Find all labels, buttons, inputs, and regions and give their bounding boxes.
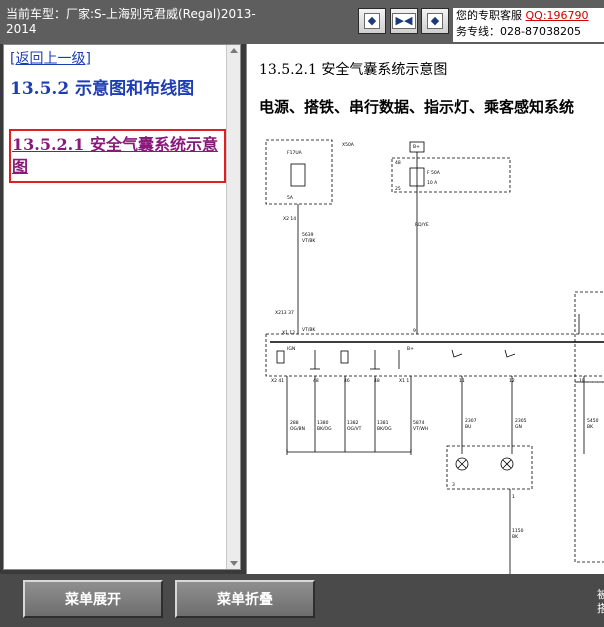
svg-text:X2 41: X2 41 (271, 378, 284, 384)
svg-text:X2 14: X2 14 (283, 216, 296, 222)
svg-text:1381: 1381 (377, 420, 389, 426)
svg-text:46: 46 (344, 378, 350, 384)
svg-text:B+: B+ (413, 144, 420, 150)
top-bar: 当前车型：厂家:S-上海别克君威(Regal)2013-2014 ◆ ▶◀ ◆ … (0, 0, 604, 44)
service-line-1: 您的专职客服 QQ:196790 (456, 8, 604, 24)
svg-text:BK/OG: BK/OG (377, 426, 392, 432)
svg-text:1: 1 (512, 494, 515, 500)
svg-text:VT/BK: VT/BK (302, 327, 316, 333)
svg-text:X213 37: X213 37 (275, 310, 294, 316)
svg-text:F 50A: F 50A (427, 170, 441, 176)
svg-text:1150: 1150 (512, 528, 524, 534)
svg-text:3: 3 (452, 482, 455, 488)
svg-text:1382: 1382 (347, 420, 359, 426)
svg-text:X1 1: X1 1 (399, 378, 409, 384)
svg-text:B+: B+ (407, 346, 414, 352)
section-title-link[interactable]: 13.5.2 示意图和布线图 (10, 78, 220, 101)
nav-toggle-icon: ▶◀ (391, 13, 417, 29)
nav-toggle-button[interactable]: ▶◀ (390, 8, 418, 34)
svg-text:BK/OG: BK/OG (317, 426, 332, 432)
svg-text:BU: BU (465, 424, 471, 430)
vehicle-label: 当前车型：厂家:S-上海别克君威(Regal)2013-2014 (6, 7, 256, 36)
svg-text:11: 11 (459, 378, 465, 384)
left-scrollbar[interactable] (226, 45, 240, 569)
svg-text:X50A: X50A (342, 142, 355, 148)
svg-text:GN: GN (515, 424, 522, 430)
svg-text:VT/WH: VT/WH (413, 426, 428, 432)
scroll-up-icon[interactable] (230, 48, 238, 53)
indicator-module (446, 445, 533, 490)
active-item-link[interactable]: 13.5.2.1 安全气囊系统示意图 (12, 134, 224, 178)
svg-text:BK: BK (587, 424, 594, 430)
service-hotline: 务专线：028-87038205 (456, 25, 581, 38)
svg-text:2307: 2307 (465, 418, 477, 424)
nav-next-button[interactable]: ◆ (421, 8, 449, 34)
svg-text:BK: BK (512, 534, 519, 540)
wiring-schematic: X50A F17UA 5A X2 14 5639 VT/BK X213 37 V… (265, 139, 604, 574)
diagram-subtitle: 电源、搭铁、串行数据、指示灯、乘客感知系统 (259, 98, 575, 116)
svg-text:5A: 5A (287, 195, 294, 201)
svg-text:48: 48 (313, 378, 319, 384)
svg-text:OG/VT: OG/VT (347, 426, 362, 432)
svg-text:9: 9 (413, 328, 416, 334)
bottom-edge-text: 被 搭 (597, 588, 604, 615)
svg-text:VT/BK: VT/BK (302, 238, 316, 244)
svg-text:RD/YE: RD/YE (415, 222, 429, 228)
svg-text:10 A: 10 A (427, 180, 438, 186)
svg-text:5874: 5874 (413, 420, 425, 426)
service-info: 您的专职客服 QQ:196790 务专线：028-87038205 (453, 8, 604, 42)
nav-next-icon: ◆ (426, 13, 444, 29)
nav-prev-icon: ◆ (363, 13, 381, 29)
svg-text:X1 12: X1 12 (282, 330, 295, 336)
svg-text:12: 12 (509, 378, 515, 384)
svg-text:19: 19 (579, 378, 585, 384)
svg-text:5639: 5639 (302, 232, 314, 238)
service-label: 您的专职客服 (456, 9, 522, 22)
svg-text:48: 48 (374, 378, 380, 384)
svg-text:288: 288 (290, 420, 299, 426)
bottom-bar: 菜单展开 菜单折叠 被 搭 (0, 574, 604, 627)
svg-text:IGN: IGN (287, 346, 295, 352)
svg-text:1380: 1380 (317, 420, 329, 426)
diagram-pane: 13.5.2.1 安全气囊系统示意图 电源、搭铁、串行数据、指示灯、乘客感知系统 (246, 44, 604, 574)
fuse-block-left (265, 139, 333, 205)
svg-text:25: 25 (395, 186, 401, 192)
svg-text:48: 48 (395, 160, 401, 166)
svg-text:OG/BN: OG/BN (290, 426, 305, 432)
back-link[interactable]: [返回上一级] (10, 48, 91, 68)
svg-text:F17UA: F17UA (287, 150, 303, 156)
scroll-down-icon[interactable] (230, 561, 238, 566)
svg-text:2305: 2305 (515, 418, 527, 424)
fuse-f17ua-icon (290, 163, 306, 187)
left-nav-pane: [返回上一级] 13.5.2 示意图和布线图 13.5.2.1 安全气囊系统示意… (3, 44, 241, 570)
nav-prev-button[interactable]: ◆ (358, 8, 386, 34)
svg-text:5450: 5450 (587, 418, 599, 424)
menu-expand-button[interactable]: 菜单展开 (23, 580, 163, 618)
menu-collapse-button[interactable]: 菜单折叠 (175, 580, 315, 618)
diagram-title: 13.5.2.1 安全气囊系统示意图 (259, 62, 448, 78)
service-qq-link[interactable]: QQ:196790 (526, 9, 589, 22)
